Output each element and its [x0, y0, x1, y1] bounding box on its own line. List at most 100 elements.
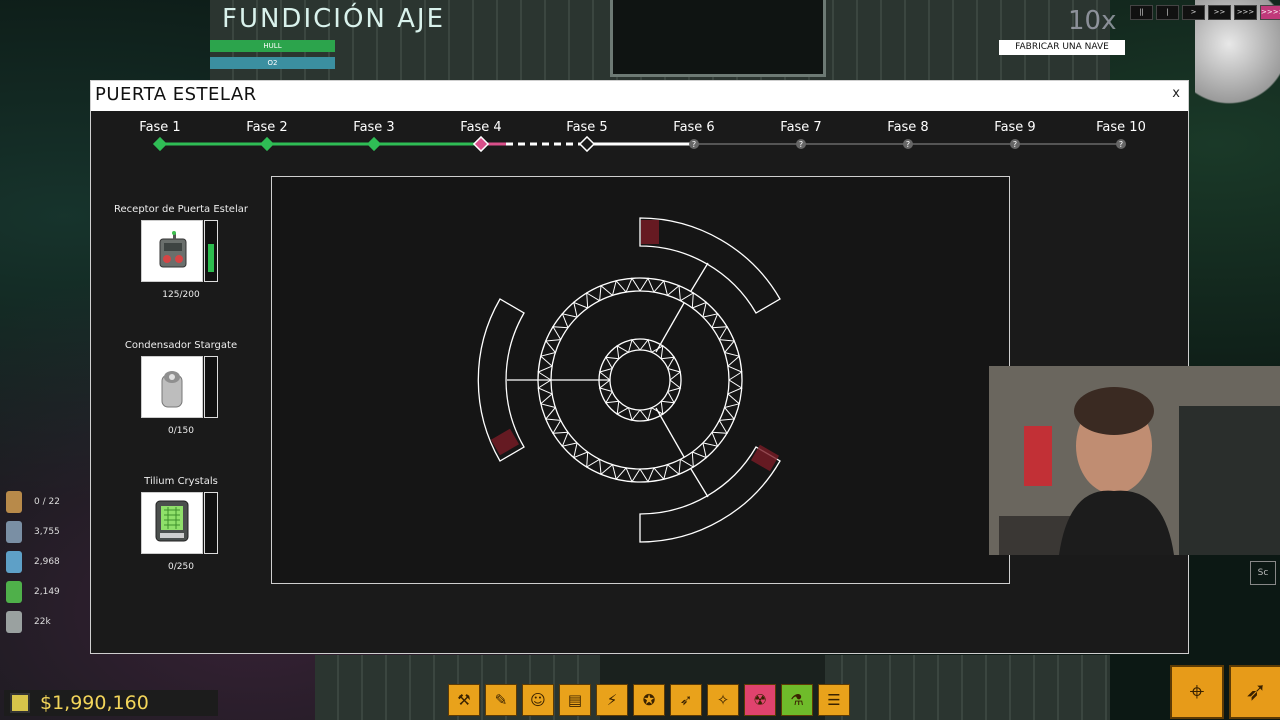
phase-marker-10: ? — [1116, 139, 1126, 149]
crew-icon — [6, 491, 22, 513]
document-icon: ▤ — [567, 691, 583, 709]
speed-5-button[interactable]: >>>> — [1260, 5, 1280, 20]
build-toolbar: ⚒ ✎ ☺ ▤ ⚡ ✪ ➶ ✧ ☢ ⚗ ☰ — [448, 684, 850, 716]
svg-text:?: ? — [799, 140, 803, 149]
cargo-icon — [6, 611, 22, 633]
list-icon: ☰ — [827, 691, 841, 709]
phase-marker-4 — [472, 135, 490, 153]
gate-arm-lower — [690, 468, 709, 498]
pause-button[interactable]: || — [1130, 5, 1153, 20]
phase-marker-9: ? — [1010, 139, 1020, 149]
receiver-progress-fill — [208, 244, 214, 272]
hazard-icon: ☢ — [753, 691, 767, 709]
power-tool-button[interactable]: ⚡ — [596, 684, 628, 716]
phase-marker-3 — [366, 136, 382, 152]
hammer-wrench-icon: ⚒ — [457, 691, 471, 709]
stat-water: 2,968 — [6, 547, 60, 577]
pencil-icon: ✎ — [494, 691, 508, 709]
gate-inner-ring — [598, 338, 682, 422]
phase-timeline: ? ? ? ? ? — [152, 135, 1126, 153]
crystals-count: 0/250 — [168, 562, 194, 572]
webcam-feed — [989, 366, 1280, 555]
launch-button[interactable]: ➶ — [1229, 665, 1280, 719]
money-icon — [10, 693, 30, 713]
phase-marker-2 — [259, 136, 275, 152]
navigation-tool-button[interactable]: ✧ — [707, 684, 739, 716]
corner-buttons: ⌖ ➶ — [1170, 665, 1280, 719]
speed-indicator: 10x — [1068, 6, 1117, 36]
gate-inner-triangles — [598, 338, 682, 422]
receiver-count: 125/200 — [162, 290, 200, 300]
phase-marker-6: ? — [689, 139, 699, 149]
speed-2-button[interactable]: > — [1182, 5, 1205, 20]
target-button[interactable]: ⌖ — [1170, 665, 1224, 719]
phase-marker-5 — [578, 135, 596, 153]
svg-text:?: ? — [906, 140, 910, 149]
rocket-icon: ➶ — [679, 691, 693, 709]
receiver-icon — [159, 231, 187, 268]
hull-bar: HULL — [210, 40, 335, 52]
water-icon — [6, 551, 22, 573]
crystals-progress-bar — [204, 492, 218, 554]
creature-icon: ✪ — [642, 691, 656, 709]
station-name: FUNDICIÓN AJE — [222, 4, 446, 34]
speed-4-button[interactable]: >>> — [1234, 5, 1257, 20]
speed-1-button[interactable]: | — [1156, 5, 1179, 20]
o2-bar: O2 — [210, 57, 335, 69]
stargate-tool-button[interactable]: ☢ — [744, 684, 776, 716]
stat-battery: 2,149 — [6, 577, 60, 607]
compass-icon: ✧ — [716, 691, 730, 709]
stat-canister: 3,755 — [6, 517, 60, 547]
close-button[interactable]: x — [1172, 86, 1180, 101]
edit-tool-button[interactable]: ✎ — [485, 684, 517, 716]
stargate-blueprint — [477, 217, 781, 543]
receiver-progress-bar — [204, 220, 218, 282]
condenser-count: 0/150 — [168, 426, 194, 436]
damage-top — [641, 220, 659, 244]
speed-controls: || | > >> >>> >>>> — [1130, 5, 1280, 20]
lightning-icon: ⚡ — [606, 691, 618, 709]
money-value: $1,990,160 — [40, 692, 149, 714]
resource-title-receiver: Receptor de Puerta Estelar — [114, 204, 248, 215]
crystals-slot[interactable] — [141, 492, 203, 554]
gate-spoke-upper — [655, 302, 685, 353]
resource-title-crystals: Tilium Crystals — [144, 476, 218, 487]
resource-stats: 0 / 22 3,755 2,968 2,149 22k — [6, 487, 60, 637]
condenser-slot[interactable] — [141, 356, 203, 418]
gate-arm-upper — [690, 262, 709, 292]
gate-inner-ring-inner — [609, 349, 671, 411]
crew-tool-button[interactable]: ☺ — [522, 684, 554, 716]
crosshair-icon: ⌖ — [1189, 676, 1205, 707]
svg-text:?: ? — [1013, 140, 1017, 149]
stargate-blueprint-panel — [271, 176, 1010, 584]
crew-icon: ☺ — [530, 691, 546, 709]
canister-icon — [6, 521, 22, 543]
menu-tool-button[interactable]: ☰ — [818, 684, 850, 716]
condenser-progress-bar — [204, 356, 218, 418]
build-tool-button[interactable]: ⚒ — [448, 684, 480, 716]
receiver-slot[interactable] — [141, 220, 203, 282]
speed-3-button[interactable]: >> — [1208, 5, 1231, 20]
modal-title: PUERTA ESTELAR — [95, 84, 257, 105]
battery-icon — [6, 581, 22, 603]
docs-tool-button[interactable]: ▤ — [559, 684, 591, 716]
crystal-icon — [155, 500, 189, 542]
pets-tool-button[interactable]: ✪ — [633, 684, 665, 716]
stat-crew: 0 / 22 — [6, 487, 60, 517]
condenser-icon — [161, 371, 183, 408]
money-display: $1,990,160 — [4, 690, 218, 716]
resource-title-condenser: Condensador Stargate — [124, 340, 238, 351]
ships-tool-button[interactable]: ➶ — [670, 684, 702, 716]
build-ship-button[interactable]: FABRICAR UNA NAVE — [999, 40, 1125, 55]
sc-button[interactable]: Sc — [1250, 561, 1276, 585]
research-tool-button[interactable]: ⚗ — [781, 684, 813, 716]
flask-icon: ⚗ — [790, 691, 804, 709]
phase-marker-1 — [152, 136, 168, 152]
gate-spoke-lower — [655, 407, 685, 458]
phase-marker-8: ? — [903, 139, 913, 149]
phase-marker-7: ? — [796, 139, 806, 149]
webcam-overlay — [989, 366, 1280, 555]
rocket-icon: ➶ — [1245, 677, 1267, 707]
modal-header: PUERTA ESTELAR x — [91, 81, 1188, 111]
svg-text:?: ? — [1119, 140, 1123, 149]
